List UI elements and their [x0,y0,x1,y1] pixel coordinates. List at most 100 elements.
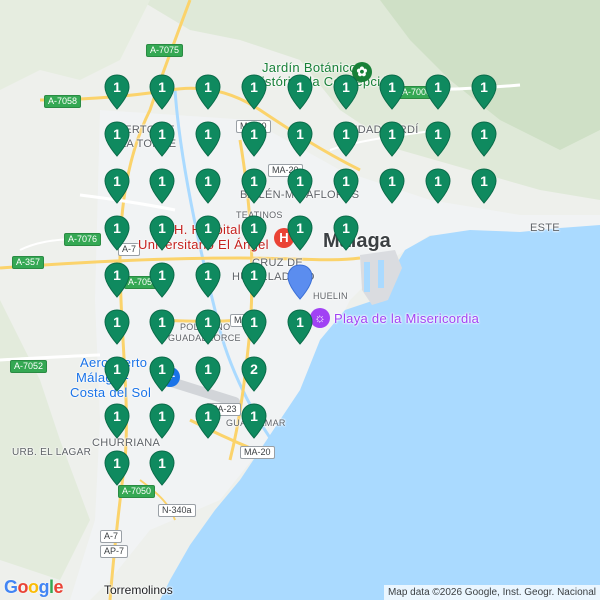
cluster-marker[interactable]: 1 [104,121,130,157]
cluster-marker[interactable]: 1 [149,262,175,298]
cluster-marker[interactable]: 1 [287,74,313,110]
cluster-marker[interactable]: 1 [425,168,451,204]
cluster-marker-count: 1 [250,408,258,424]
cluster-marker[interactable]: 1 [104,450,130,486]
road-shield-a7-south: A-7 [100,530,123,543]
label-beach[interactable]: Playa de la Misericordia [334,311,479,326]
cluster-marker[interactable]: 1 [149,309,175,345]
road-shield-a357: A-357 [12,256,45,269]
cluster-marker[interactable]: 1 [149,168,175,204]
cluster-marker[interactable]: 1 [149,403,175,439]
cluster-marker-count: 1 [480,79,488,95]
cluster-marker-count: 1 [388,126,396,142]
cluster-marker-count: 1 [204,267,212,283]
cluster-marker[interactable]: 1 [104,403,130,439]
label-garden-1[interactable]: Jardín Botánico [262,61,357,75]
cluster-marker[interactable]: 1 [195,215,221,251]
cluster-marker-count: 1 [158,126,166,142]
cluster-marker[interactable]: 1 [104,215,130,251]
cluster-marker[interactable]: 1 [195,121,221,157]
cluster-marker-count: 1 [434,173,442,189]
cluster-marker[interactable]: 1 [241,262,267,298]
cluster-marker-count: 1 [158,314,166,330]
cluster-marker[interactable]: 1 [425,74,451,110]
cluster-marker[interactable]: 1 [333,168,359,204]
road-shield-a7076: A-7076 [64,233,102,246]
label-city-torremolinos: Torremolinos [104,583,173,597]
cluster-marker[interactable]: 1 [104,168,130,204]
cluster-marker[interactable]: 1 [195,74,221,110]
cluster-marker-count: 1 [113,173,121,189]
cluster-marker[interactable]: 1 [104,309,130,345]
cluster-marker[interactable]: 1 [149,356,175,392]
label-huelin: HUELIN [313,291,348,301]
cluster-marker-count: 1 [204,126,212,142]
cluster-marker-count: 1 [250,79,258,95]
cluster-marker-count: 1 [342,220,350,236]
cluster-marker[interactable]: 1 [241,121,267,157]
cluster-marker[interactable]: 1 [104,262,130,298]
cluster-marker[interactable]: 1 [241,403,267,439]
cluster-marker-count: 1 [342,126,350,142]
cluster-marker-count: 1 [250,267,258,283]
map-attribution[interactable]: Map data ©2026 Google, Inst. Geogr. Naci… [383,585,600,600]
google-logo: Google [4,577,64,597]
cluster-marker-count: 1 [204,361,212,377]
cluster-marker[interactable]: 1 [379,74,405,110]
cluster-marker[interactable]: 1 [195,403,221,439]
cluster-marker[interactable]: 1 [195,262,221,298]
cluster-marker[interactable]: 1 [471,121,497,157]
cluster-marker[interactable]: 1 [104,356,130,392]
cluster-marker-count: 1 [204,314,212,330]
cluster-marker-count: 1 [342,79,350,95]
cluster-marker-count: 1 [204,173,212,189]
cluster-marker-count: 1 [113,361,121,377]
cluster-marker[interactable]: 1 [241,74,267,110]
cluster-marker-count: 1 [480,173,488,189]
cluster-marker[interactable]: 1 [195,168,221,204]
cluster-marker-count: 1 [434,79,442,95]
cluster-marker-count: 1 [250,220,258,236]
cluster-marker[interactable]: 1 [241,309,267,345]
road-shield-a7050: A-7050 [118,485,156,498]
cluster-marker-count: 1 [158,79,166,95]
road-shield-ma20c: MA-20 [240,446,275,459]
cluster-marker[interactable]: 1 [333,121,359,157]
cluster-marker[interactable]: 1 [333,215,359,251]
cluster-marker[interactable]: 1 [379,168,405,204]
label-garden-2[interactable]: Histórico la Concepción [252,75,395,89]
cluster-marker-count: 1 [113,220,121,236]
cluster-marker[interactable]: 2 [241,356,267,392]
road-shield-a7058: A-7058 [44,95,82,108]
cluster-marker[interactable]: 1 [287,215,313,251]
cluster-marker[interactable]: 1 [471,168,497,204]
cluster-marker[interactable]: 1 [471,74,497,110]
cluster-marker[interactable]: 1 [241,168,267,204]
cluster-marker-count: 1 [388,173,396,189]
label-urb-el-lagar: URB. EL LAGAR [12,447,92,458]
cluster-marker-count: 1 [113,408,121,424]
cluster-marker-count: 1 [113,314,121,330]
cluster-marker[interactable]: 1 [149,215,175,251]
location-pin-icon[interactable] [287,264,313,300]
cluster-marker[interactable]: 1 [241,215,267,251]
map-canvas[interactable]: A-7075 A-7058 A-7000 A-7076 A-357 A-7052… [0,0,600,600]
cluster-marker[interactable]: 1 [149,74,175,110]
cluster-marker[interactable]: 1 [195,309,221,345]
cluster-marker-count: 1 [158,220,166,236]
cluster-marker[interactable]: 1 [287,309,313,345]
cluster-marker[interactable]: 1 [379,121,405,157]
cluster-marker-count: 1 [158,408,166,424]
cluster-marker-count: 1 [296,173,304,189]
cluster-marker[interactable]: 1 [425,121,451,157]
cluster-marker[interactable]: 1 [149,450,175,486]
cluster-marker-count: 1 [158,267,166,283]
cluster-marker[interactable]: 1 [195,356,221,392]
beach-icon[interactable]: ☼ [310,308,330,328]
cluster-marker-count: 1 [204,220,212,236]
cluster-marker[interactable]: 1 [333,74,359,110]
cluster-marker[interactable]: 1 [104,74,130,110]
cluster-marker[interactable]: 1 [287,121,313,157]
cluster-marker[interactable]: 1 [149,121,175,157]
cluster-marker[interactable]: 1 [287,168,313,204]
